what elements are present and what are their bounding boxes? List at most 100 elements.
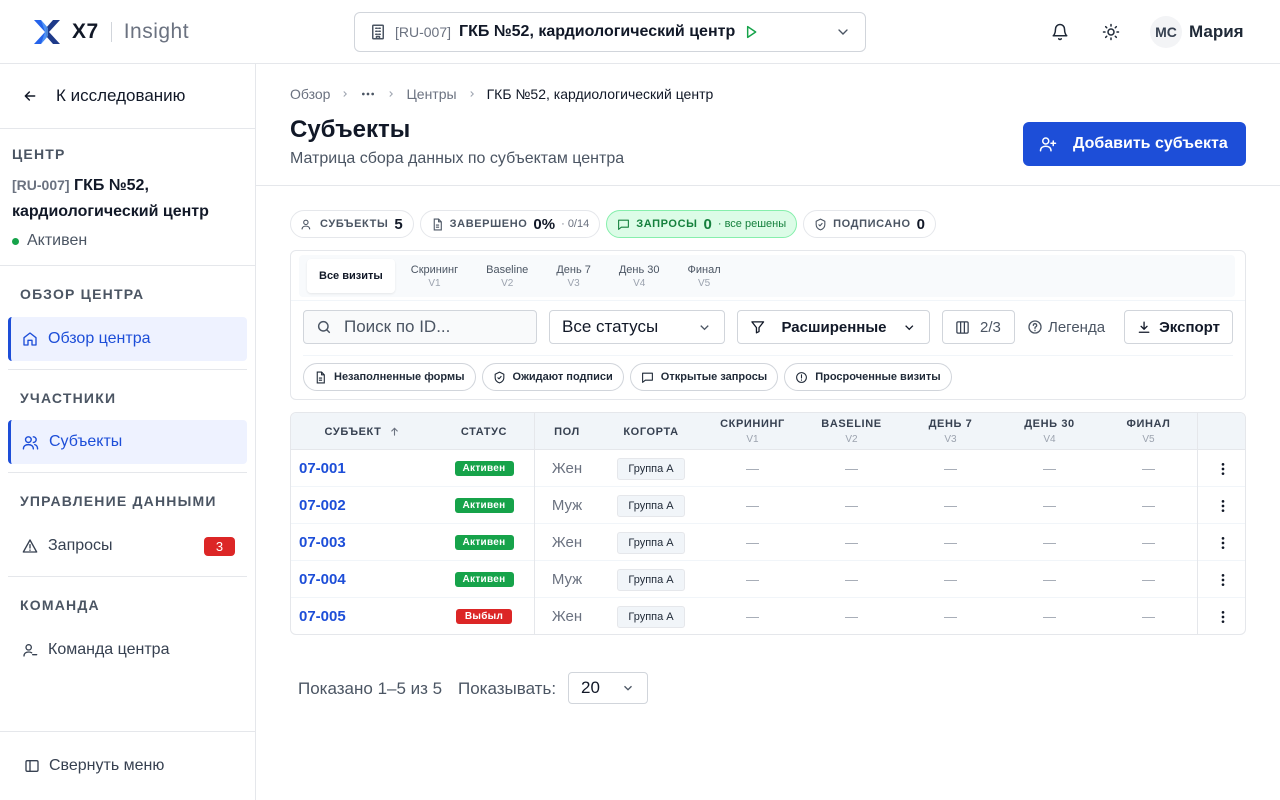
column-header-v5[interactable]: ФИНАЛ V5 (1099, 413, 1198, 450)
quick-filter-open-queries[interactable]: Открытые запросы (629, 363, 779, 391)
tab-baseline[interactable]: Baseline V2 (474, 259, 540, 293)
stat-value: 5 (394, 215, 403, 233)
alert-circle-icon (796, 371, 808, 383)
row-actions-button[interactable] (1198, 450, 1245, 487)
cohort-cell: Группа А (599, 561, 703, 598)
visit-cell-v3: — (944, 609, 957, 624)
collapse-menu-button[interactable]: Свернуть меню (24, 757, 164, 775)
search-field (303, 310, 537, 344)
per-page-select[interactable]: 20 (568, 672, 648, 704)
visit-cell-v1: — (746, 535, 759, 550)
sidebar-center-code: [RU-007] (12, 177, 70, 193)
sidebar-item-subjects[interactable]: Субъекты (8, 420, 247, 464)
column-header-status[interactable]: СТАТУС (434, 413, 534, 450)
status-cell: Выбыл (434, 598, 534, 634)
search-input[interactable] (344, 317, 524, 337)
app-logo[interactable]: X7 Insight (32, 17, 189, 47)
column-header-v4[interactable]: ДЕНЬ 30 V4 (1000, 413, 1099, 450)
sort-ascending-icon (391, 427, 399, 436)
column-header-sublabel: V2 (845, 434, 858, 445)
back-to-study-link[interactable]: К исследованию (22, 86, 185, 106)
sidebar-item-queries[interactable]: Запросы 3 (8, 524, 247, 568)
tab-sublabel: V1 (428, 277, 441, 289)
warning-icon (22, 539, 38, 553)
table-row: 07-005 Выбыл Жен Группа А — — — — — (291, 598, 1245, 634)
breadcrumb-overview[interactable]: Обзор (290, 86, 330, 102)
advanced-filters-button[interactable]: Расширенные (737, 310, 930, 344)
tab-day30[interactable]: День 30 V4 (607, 259, 672, 293)
tab-all-visits[interactable]: Все визиты (307, 259, 395, 293)
tab-sublabel: V4 (633, 277, 646, 289)
user-plus-icon (1039, 137, 1057, 152)
column-header-v1[interactable]: СКРИНИНГ V1 (703, 413, 802, 450)
quick-filter-overdue-visits[interactable]: Просроченные визиты (784, 363, 952, 391)
quick-filter-awaiting-signature[interactable]: Ожидают подписи (481, 363, 624, 391)
legend-button[interactable]: Легенда (1027, 310, 1105, 344)
sidebar-divider (8, 576, 247, 577)
export-button[interactable]: Экспорт (1124, 310, 1233, 344)
more-vertical-icon (1221, 462, 1224, 475)
column-header-v2[interactable]: BASELINE V2 (802, 413, 901, 450)
theme-toggle-button[interactable] (1099, 20, 1123, 44)
message-icon (641, 372, 653, 383)
stat-value: 0% (533, 215, 556, 233)
add-subject-label: Добавить субъекта (1073, 135, 1228, 152)
sidebar-divider (0, 128, 255, 129)
shield-check-icon (815, 218, 826, 230)
per-page-label: Показывать: (458, 679, 557, 698)
status-badge: Активен (454, 461, 514, 476)
subject-id-link[interactable]: 07-002 (291, 487, 434, 524)
quick-filter-empty-forms[interactable]: Незаполненные формы (303, 363, 476, 391)
row-actions-button[interactable] (1198, 524, 1245, 561)
sex-cell: Жен (551, 460, 583, 477)
help-circle-icon (1028, 320, 1042, 334)
center-selector[interactable]: [RU-007] ГКБ №52, кардиологический центр (354, 12, 866, 52)
breadcrumb-centers[interactable]: Центры (406, 86, 456, 102)
document-icon (316, 371, 325, 383)
subject-id-link[interactable]: 07-001 (291, 450, 434, 487)
add-subject-button[interactable]: Добавить субъекта (1023, 122, 1246, 166)
subject-id-link[interactable]: 07-005 (291, 598, 434, 634)
subject-id-link[interactable]: 07-004 (291, 561, 434, 598)
subject-id-link[interactable]: 07-003 (291, 524, 434, 561)
column-header-subject[interactable]: СУБЪЕКТ (291, 413, 434, 450)
notifications-button[interactable] (1048, 20, 1072, 44)
row-actions-button[interactable] (1198, 487, 1245, 524)
column-header-cohort[interactable]: КОГОРТА (599, 413, 703, 450)
sidebar-item-team[interactable]: Команда центра (8, 628, 247, 672)
sex-cell: Муж (551, 497, 583, 514)
visit-cell-v2: — (845, 572, 858, 587)
status-select[interactable]: Все статусы (549, 310, 725, 344)
column-header-sex[interactable]: ПОЛ (535, 413, 599, 450)
sidebar-item-overview[interactable]: Обзор центра (8, 317, 247, 361)
row-actions-button[interactable] (1198, 561, 1245, 598)
stat-label: ЗАПРОСЫ (636, 218, 698, 230)
chevron-right-icon (389, 91, 394, 97)
sex-cell: Жен (551, 608, 583, 625)
back-link-label: К исследованию (56, 86, 186, 105)
tab-day7[interactable]: День 7 V3 (544, 259, 603, 293)
visit-cell-v1: — (746, 572, 759, 587)
column-header-v3[interactable]: ДЕНЬ 7 V3 (901, 413, 1000, 450)
per-page-value: 20 (581, 678, 600, 697)
user-name[interactable]: Мария (1189, 22, 1244, 42)
more-vertical-icon (1221, 536, 1224, 549)
column-header-sublabel: V4 (1043, 434, 1056, 445)
document-icon (433, 218, 442, 230)
product-name: Insight (123, 20, 190, 43)
stat-value: 0 (703, 215, 712, 233)
tab-screening[interactable]: Скрининг V1 (399, 259, 470, 293)
advanced-filters-label: Расширенные (781, 318, 887, 336)
row-actions-button[interactable] (1198, 598, 1245, 634)
avatar[interactable]: МС (1150, 16, 1182, 48)
more-horizontal-icon[interactable] (360, 86, 376, 102)
download-icon (1138, 321, 1150, 333)
building-icon (372, 24, 384, 40)
sidebar-divider (0, 731, 255, 732)
status-badge: Выбыл (455, 609, 513, 624)
visit-cell-v5: — (1142, 609, 1155, 624)
tab-final[interactable]: Финал V5 (676, 259, 733, 293)
column-header-sublabel: V5 (1142, 434, 1155, 445)
columns-toggle-button[interactable]: 2/3 (942, 310, 1015, 344)
status-cell: Активен (434, 450, 534, 487)
